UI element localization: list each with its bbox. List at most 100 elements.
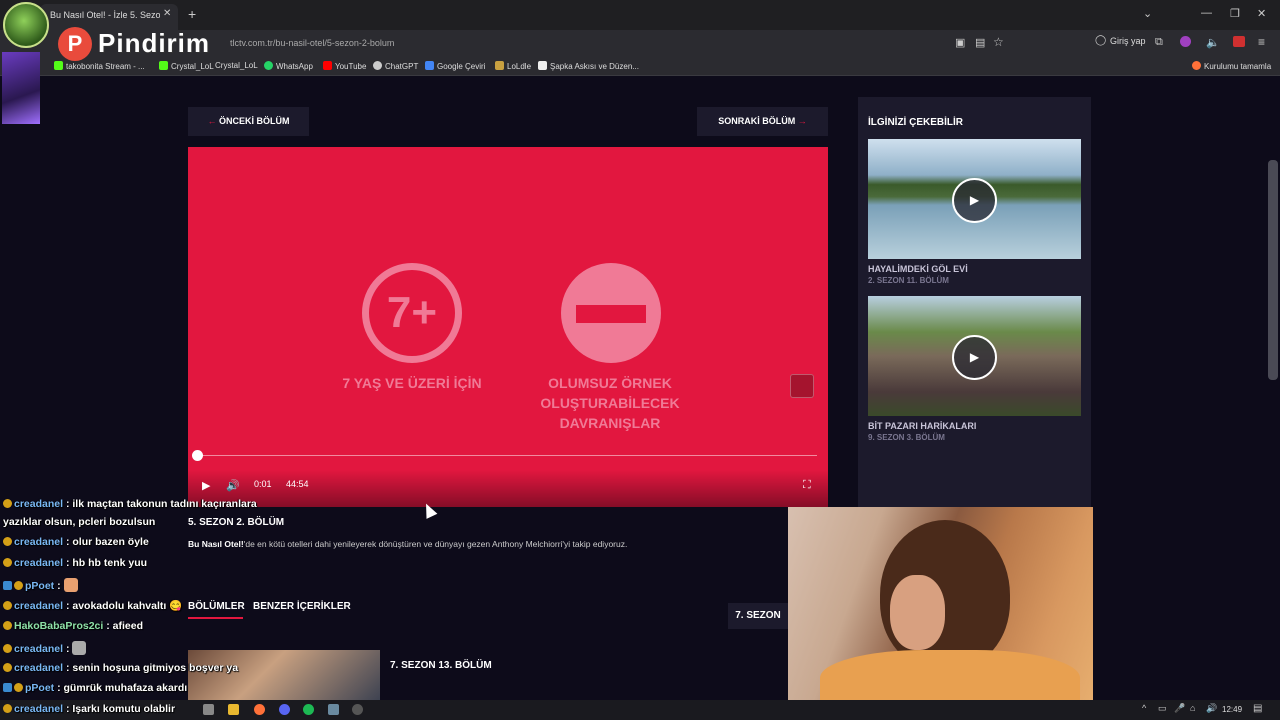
- bookmark-item[interactable]: ChatGPT: [373, 61, 418, 71]
- sub-badge-icon: [3, 537, 12, 546]
- arrow-right-icon: →: [795, 116, 807, 126]
- webcam-face: [890, 575, 945, 650]
- extensions-icon[interactable]: ⧉: [1155, 36, 1163, 49]
- app-icon[interactable]: [328, 704, 339, 715]
- emote-icon: [63, 578, 78, 592]
- tab-episodes[interactable]: BÖLÜMLER: [188, 601, 245, 612]
- spotify-icon[interactable]: [303, 704, 314, 715]
- bookmark-item[interactable]: Google Çeviri: [425, 61, 485, 71]
- bookmark-item[interactable]: LoLdle: [495, 61, 531, 71]
- login-button[interactable]: Giriş yap: [1110, 36, 1146, 46]
- page-scrollbar[interactable]: [1268, 160, 1278, 380]
- episode-title: 5. SEZON 2. BÖLÜM: [188, 517, 285, 528]
- tab-title[interactable]: Bu Nasıl Otel! - İzle 5. Sezon 2. B: [50, 10, 160, 20]
- amazon-icon: [538, 61, 547, 70]
- bookmark-item[interactable]: Crystal_LoL: [215, 61, 258, 70]
- menu-icon[interactable]: ≡: [1258, 35, 1265, 49]
- recommendations-heading: İLGİNİZİ ÇEKEBİLİR: [868, 117, 963, 128]
- episode-thumbnail[interactable]: [188, 650, 380, 704]
- duration: 44:54: [286, 479, 309, 489]
- play-icon[interactable]: ▶: [952, 178, 997, 223]
- screenshot-icon[interactable]: ▣: [955, 36, 965, 49]
- discord-icon[interactable]: [279, 704, 290, 715]
- tab-list-chevron-icon[interactable]: ⌄: [1143, 7, 1152, 20]
- recommendation-title[interactable]: HAYALİMDEKİ GÖL EVİ: [868, 264, 968, 274]
- taskbar-clock[interactable]: 12:49: [1222, 705, 1242, 714]
- episode-list-title[interactable]: 7. SEZON 13. BÖLÜM: [390, 660, 492, 671]
- negative-label-line2: OLUŞTURABİLECEK: [540, 395, 680, 411]
- volume-tray-icon[interactable]: 🔊: [1206, 703, 1217, 714]
- new-tab-icon[interactable]: +: [188, 6, 196, 22]
- bookmark-item[interactable]: YouTube: [323, 61, 366, 71]
- play-icon[interactable]: ▶: [202, 479, 210, 492]
- play-icon[interactable]: ▶: [952, 335, 997, 380]
- extension-icon[interactable]: [1180, 36, 1191, 47]
- kick-icon: [159, 61, 168, 70]
- close-window-icon[interactable]: ✕: [1257, 7, 1266, 20]
- age-rating-label: 7 YAŞ VE ÜZERİ İÇİN: [342, 375, 482, 391]
- chatgpt-icon: [373, 61, 382, 70]
- obs-icon[interactable]: [352, 704, 363, 715]
- bookmark-item[interactable]: Şapka Askısı ve Düzen...: [538, 61, 639, 71]
- chat-message: yazıklar olsun, pcleri bozulsun: [3, 516, 156, 528]
- video-player[interactable]: [188, 147, 828, 507]
- sub-badge-icon: [3, 704, 12, 713]
- microphone-icon[interactable]: 🎤: [1174, 703, 1185, 714]
- notification-icon[interactable]: ▤: [1253, 703, 1262, 714]
- chat-message: creadanel :: [3, 641, 87, 655]
- sub-badge-icon: [3, 621, 12, 630]
- chat-message: creadanel : Işarkı komutu olablir: [3, 703, 175, 715]
- sub-badge-icon: [3, 558, 12, 567]
- whatsapp-icon: [264, 61, 273, 70]
- adblock-icon[interactable]: [1233, 36, 1245, 47]
- overlay-character-image: [2, 52, 40, 124]
- firefox-taskbar-icon[interactable]: [254, 704, 265, 715]
- mod-badge-icon: [3, 581, 12, 590]
- tab-close-icon[interactable]: ✕: [163, 8, 171, 19]
- picture-in-picture-icon[interactable]: [790, 374, 814, 398]
- progress-handle[interactable]: [192, 450, 203, 461]
- profile-icon[interactable]: ◯: [1095, 35, 1106, 46]
- bookmark-star-icon[interactable]: ☆: [993, 35, 1004, 49]
- next-episode-button[interactable]: SONRAKİ BÖLÜM →: [697, 107, 828, 136]
- age-rating-icon: 7+: [362, 263, 462, 363]
- bookmark-item[interactable]: WhatsApp: [264, 61, 313, 71]
- firefox-icon: [1192, 61, 1201, 70]
- negative-label-line1: OLUMSUZ ÖRNEK: [548, 375, 672, 391]
- arrow-left-icon: ←: [207, 116, 219, 126]
- recommendation-title[interactable]: BİT PAZARI HARİKALARI: [868, 421, 976, 431]
- chat-message: creadanel : olur bazen öyle: [3, 536, 149, 548]
- network-icon[interactable]: ⌂: [1190, 703, 1195, 713]
- sub-badge-icon: [3, 644, 12, 653]
- chat-message: pPoet : gümrük muhafaza akardı: [3, 682, 187, 694]
- task-view-icon[interactable]: [203, 704, 214, 715]
- kick-icon: [54, 61, 63, 70]
- chat-message: creadanel : hb hb tenk yuu: [3, 557, 147, 569]
- recommendation-subtitle: 2. SEZON 11. BÖLÜM: [868, 276, 949, 285]
- sub-badge-icon: [14, 683, 23, 692]
- bookmark-setup-item[interactable]: Kurulumu tamamla: [1192, 61, 1271, 71]
- previous-episode-button[interactable]: ← ÖNCEKİ BÖLÜM: [188, 107, 309, 136]
- minimize-icon[interactable]: —: [1201, 7, 1212, 19]
- recommendation-subtitle: 9. SEZON 3. BÖLÜM: [868, 433, 945, 442]
- negative-example-bar: [576, 305, 646, 323]
- reader-icon[interactable]: ▤: [975, 36, 985, 49]
- bookmark-item[interactable]: takobonita Stream - ...: [54, 61, 145, 71]
- chat-message: HakoBabaPros2ci : afieed: [3, 620, 143, 632]
- season-select-button[interactable]: 7. SEZON: [728, 603, 788, 629]
- url-field[interactable]: tlctv.com.tr/bu-nasil-otel/5-sezon-2-bol…: [230, 38, 394, 48]
- chat-message: creadanel : avokadolu kahvaltı 😋: [3, 599, 182, 612]
- maximize-icon[interactable]: ❐: [1230, 7, 1240, 20]
- file-explorer-icon[interactable]: [228, 704, 239, 715]
- chat-message: creadanel : ilk maçtan takonun tadını ka…: [3, 498, 257, 510]
- bookmark-item[interactable]: Crystal_LoL: [159, 61, 214, 71]
- tab-similar[interactable]: BENZER İÇERİKLER: [253, 601, 351, 612]
- volume-icon[interactable]: 🔊: [226, 479, 240, 492]
- fullscreen-icon[interactable]: ⛶: [803, 479, 811, 492]
- tray-app-icon[interactable]: ▭: [1158, 703, 1167, 714]
- speaker-icon[interactable]: 🔈: [1206, 36, 1220, 49]
- progress-bar[interactable]: [195, 455, 817, 456]
- youtube-icon: [323, 61, 332, 70]
- negative-label-line3: DAVRANIŞLAR: [559, 415, 661, 431]
- tray-chevron-icon[interactable]: ^: [1142, 703, 1146, 713]
